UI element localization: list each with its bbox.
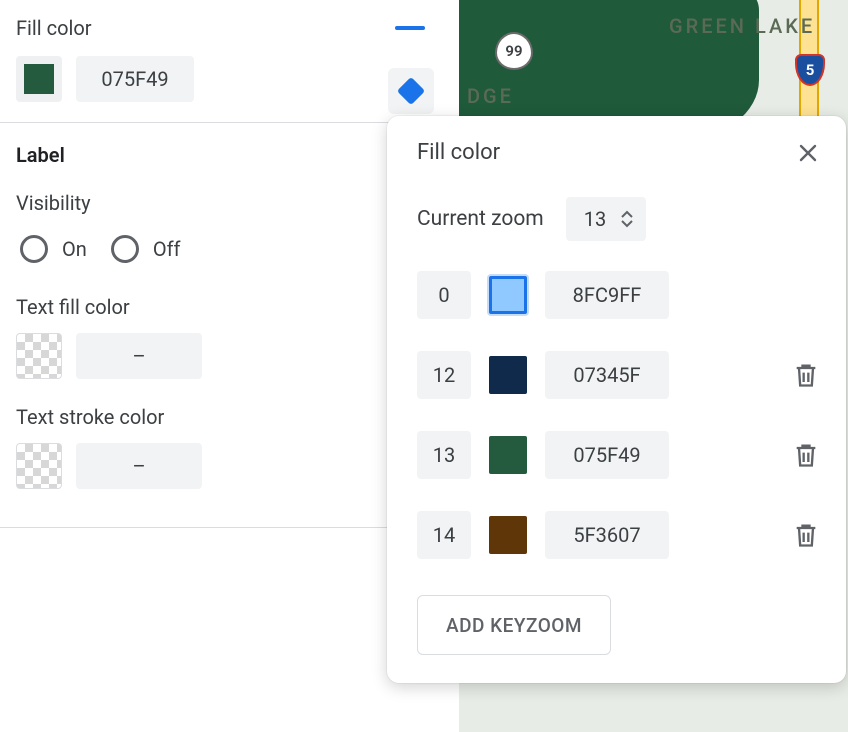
map-truncated-label: DGE [467,84,514,108]
keyzoom-hex-input[interactable]: 5F3607 [545,511,669,559]
fill-color-section-header[interactable]: Fill color [0,0,459,50]
text-fill-color-swatch[interactable] [16,333,62,379]
visibility-off-label: Off [153,237,181,261]
radio-icon [111,235,139,263]
keyzoom-zoom-input[interactable]: 0 [417,271,471,319]
radio-icon [20,235,48,263]
diamond-icon [397,77,425,105]
fill-color-title: Fill color [16,16,92,40]
popover-header: Fill color [417,140,820,165]
keyzoom-zoom-input[interactable]: 14 [417,511,471,559]
keyzoom-row: 13 075F49 [417,431,820,479]
current-zoom-label: Current zoom [417,207,544,231]
keyzoom-zoom-input[interactable]: 12 [417,351,471,399]
trash-icon[interactable] [792,521,820,549]
stepper-arrows[interactable] [620,209,634,229]
close-icon[interactable] [796,141,820,165]
keyzoom-color-swatch[interactable] [489,436,527,474]
add-keyzoom-button[interactable]: ADD KEYZOOM [417,595,611,655]
text-stroke-color-input[interactable]: – [76,443,202,489]
highway-shield-99: 99 [495,32,533,70]
current-zoom-stepper[interactable]: 13 [566,197,646,241]
keyzoom-toggle-button[interactable] [388,68,434,114]
collapse-icon[interactable] [395,26,425,30]
chevron-up-icon [620,209,634,219]
trash-icon[interactable] [792,361,820,389]
current-zoom-value: 13 [584,207,606,231]
keyzoom-hex-input[interactable]: 8FC9FF [545,271,669,319]
current-zoom-row: Current zoom 13 [417,197,820,241]
trash-icon[interactable] [792,441,820,469]
visibility-off-option[interactable]: Off [111,235,181,263]
chevron-down-icon [620,219,634,229]
fill-color-swatch-inner [24,64,54,94]
keyzoom-color-swatch[interactable] [489,516,527,554]
keyzoom-zoom-input[interactable]: 13 [417,431,471,479]
text-fill-color-input[interactable]: – [76,333,202,379]
fill-color-hex-input[interactable]: 075F49 [76,56,194,102]
map-place-label: GREEN LAKE [669,14,815,38]
keyzoom-row: 12 07345F [417,351,820,399]
keyzoom-color-swatch[interactable] [489,356,527,394]
keyzoom-hex-input[interactable]: 07345F [545,351,669,399]
text-stroke-color-swatch[interactable] [16,443,62,489]
popover-title: Fill color [417,140,500,165]
keyzoom-list: 0 8FC9FF 12 07345F 13 075F49 14 5F3607 [417,271,820,559]
fill-color-popover: Fill color Current zoom 13 0 8FC9FF 12 0734… [387,116,846,683]
visibility-on-label: On [62,237,87,261]
keyzoom-row: 14 5F3607 [417,511,820,559]
keyzoom-row: 0 8FC9FF [417,271,820,319]
visibility-on-option[interactable]: On [20,235,87,263]
fill-color-swatch[interactable] [16,56,62,102]
keyzoom-color-swatch[interactable] [489,276,527,314]
keyzoom-hex-input[interactable]: 075F49 [545,431,669,479]
